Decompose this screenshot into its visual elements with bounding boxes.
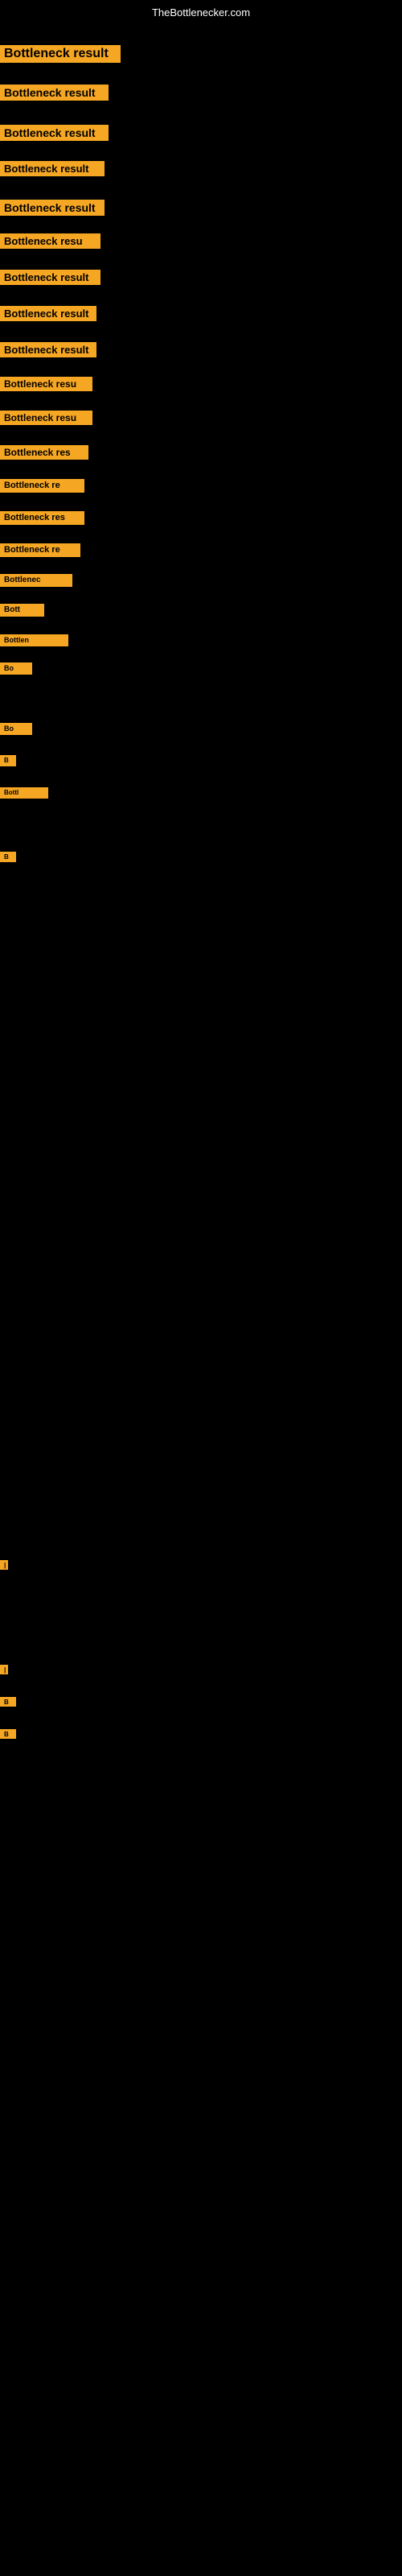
- bottleneck-badge-27: B: [0, 1729, 16, 1739]
- bottleneck-badge-1: Bottleneck result: [0, 45, 121, 63]
- bottleneck-badge-25: |: [0, 1665, 8, 1674]
- bottleneck-badge-2: Bottleneck result: [0, 85, 109, 101]
- bottleneck-badge-23: B: [0, 852, 16, 862]
- bottleneck-badge-17: Bott: [0, 604, 44, 617]
- bottleneck-badge-18: Bottlen: [0, 634, 68, 646]
- bottleneck-badge-3: Bottleneck result: [0, 125, 109, 141]
- bottleneck-badge-4: Bottleneck result: [0, 161, 105, 176]
- bottleneck-badge-12: Bottleneck res: [0, 445, 88, 460]
- bottleneck-badge-6: Bottleneck resu: [0, 233, 100, 249]
- bottleneck-badge-22: Bottl: [0, 787, 48, 799]
- bottleneck-badge-7: Bottleneck result: [0, 270, 100, 285]
- bottleneck-badge-8: Bottleneck result: [0, 306, 96, 321]
- bottleneck-badge-24: |: [0, 1560, 8, 1570]
- bottleneck-badge-11: Bottleneck resu: [0, 411, 92, 425]
- site-title: TheBottlenecker.com: [0, 6, 402, 19]
- bottleneck-badge-26: B: [0, 1697, 16, 1707]
- bottleneck-badge-10: Bottleneck resu: [0, 377, 92, 391]
- bottleneck-badge-19: Bo: [0, 663, 32, 675]
- bottleneck-badge-15: Bottleneck re: [0, 543, 80, 557]
- bottleneck-badge-20: Bo: [0, 723, 32, 735]
- bottleneck-badge-14: Bottleneck res: [0, 511, 84, 525]
- bottleneck-badge-9: Bottleneck result: [0, 342, 96, 357]
- bottleneck-badge-16: Bottlenec: [0, 574, 72, 587]
- bottleneck-badge-21: B: [0, 755, 16, 766]
- bottleneck-badge-5: Bottleneck result: [0, 200, 105, 216]
- bottleneck-badge-13: Bottleneck re: [0, 479, 84, 493]
